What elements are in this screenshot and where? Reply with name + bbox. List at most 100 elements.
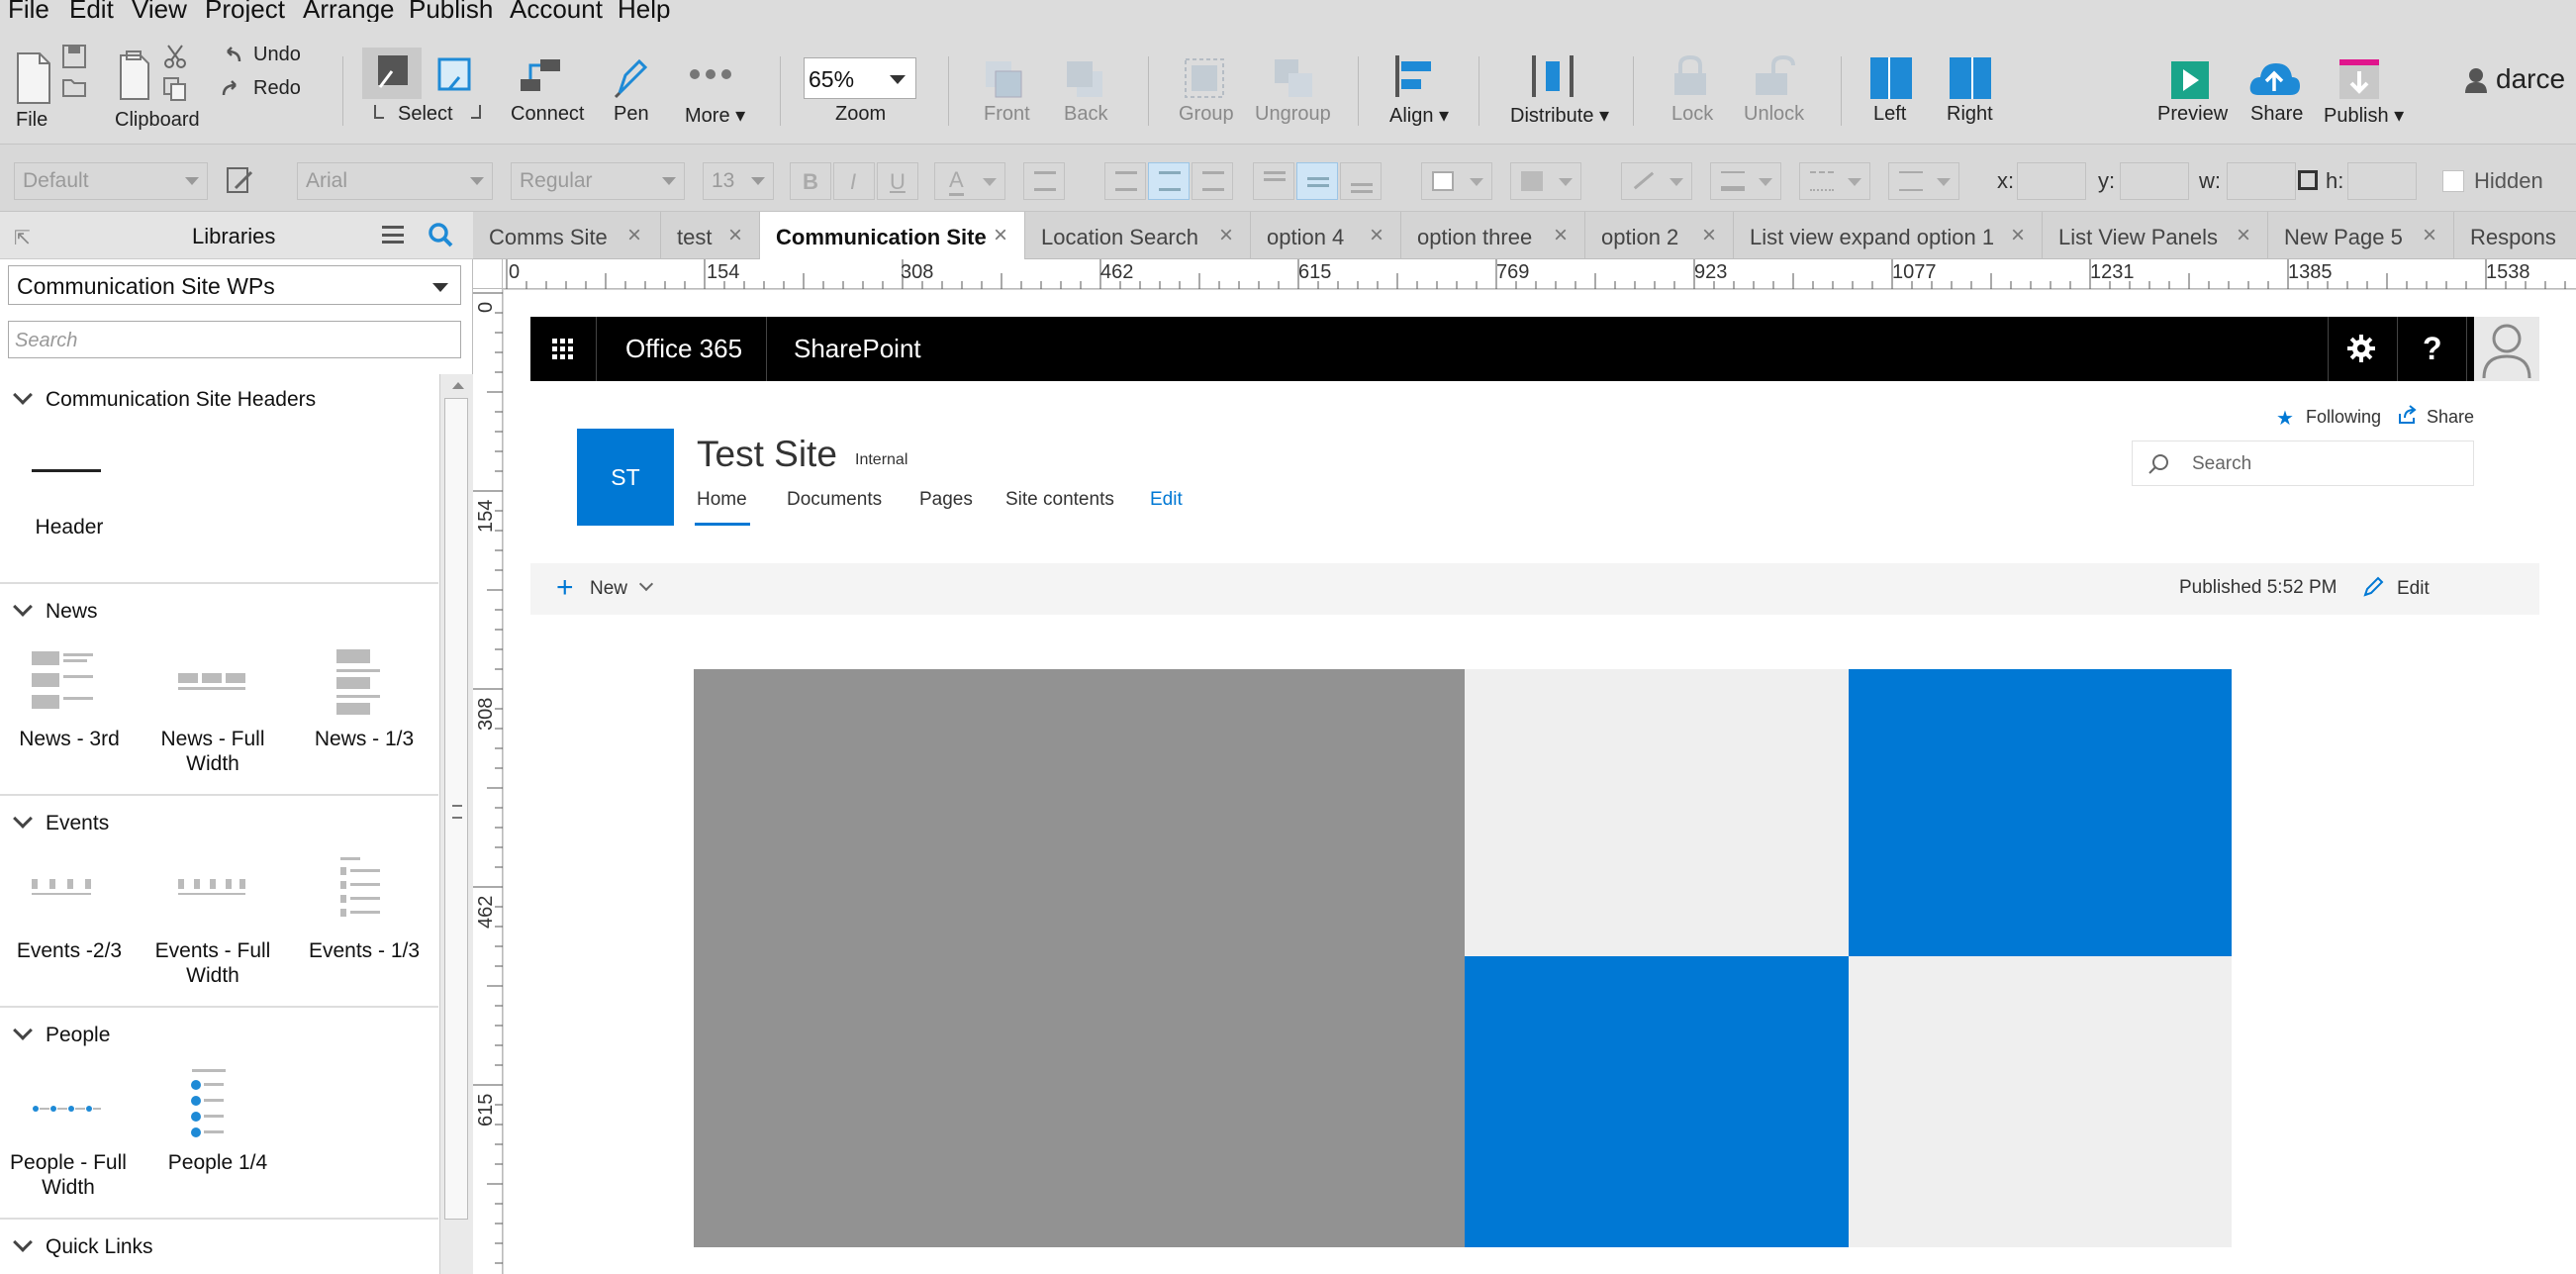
valign-top-button[interactable] — [1253, 162, 1294, 200]
site-title[interactable]: Test Site — [697, 434, 837, 475]
line-color-button[interactable] — [1621, 162, 1692, 200]
header-thumbnail[interactable] — [32, 461, 101, 481]
fill-color-button[interactable] — [1421, 162, 1492, 200]
tab-option-4[interactable]: option 4 × — [1251, 212, 1401, 259]
more-dots-icon[interactable] — [689, 67, 732, 86]
close-icon[interactable]: × — [1702, 222, 1716, 249]
suite-product-name[interactable]: SharePoint — [794, 334, 921, 364]
suite-app-name[interactable]: Office 365 — [625, 334, 742, 364]
tab-comms-site[interactable]: Comms Site × — [473, 212, 661, 259]
hero-tile-main[interactable] — [694, 669, 1465, 1247]
scroll-up-icon[interactable] — [452, 382, 464, 389]
copy-icon[interactable] — [162, 76, 188, 107]
send-back-icon[interactable] — [1063, 57, 1106, 106]
underline-button[interactable]: U — [877, 162, 918, 200]
tab-list-view-expand[interactable]: List view expand option 1 × — [1734, 212, 2043, 259]
close-icon[interactable]: × — [994, 222, 1007, 249]
tab-location-search[interactable]: Location Search × — [1025, 212, 1251, 259]
open-folder-icon[interactable] — [61, 76, 89, 105]
save-icon[interactable] — [61, 44, 87, 74]
user-icon[interactable] — [2464, 67, 2488, 98]
cut-icon[interactable] — [162, 44, 188, 74]
close-icon[interactable]: × — [2423, 222, 2436, 249]
zoom-select[interactable]: 65% — [804, 57, 916, 99]
connect-button[interactable]: Connect — [511, 103, 585, 126]
lock-icon[interactable] — [1670, 53, 1710, 104]
lib-item-events-full-width[interactable]: Events - Full Width — [148, 938, 277, 988]
select-pointer-icon[interactable] — [362, 48, 422, 99]
group-button[interactable]: Group — [1179, 103, 1234, 126]
hero-tile-bottom-right[interactable] — [1849, 956, 2232, 1247]
library-scrollbar[interactable] — [439, 374, 473, 1274]
site-nav-edit[interactable]: Edit — [1150, 489, 1183, 511]
preview-play-icon[interactable] — [2169, 59, 2211, 106]
bring-front-icon[interactable] — [982, 57, 1025, 106]
site-logo[interactable]: ST — [577, 429, 674, 526]
y-input[interactable] — [2120, 162, 2189, 200]
hero-tile-bottom-middle[interactable] — [1465, 956, 1849, 1247]
pen-icon[interactable] — [612, 53, 651, 104]
back-button[interactable]: Back — [1064, 103, 1107, 126]
close-icon[interactable]: × — [2011, 222, 2025, 249]
lock-ratio-icon[interactable] — [2298, 170, 2318, 190]
valign-bottom-button[interactable] — [1340, 162, 1382, 200]
unlock-button[interactable]: Unlock — [1744, 103, 1804, 126]
align-button[interactable]: Align ▾ — [1389, 103, 1449, 128]
lock-button[interactable]: Lock — [1671, 103, 1713, 126]
section-comm-headers[interactable]: Communication Site Headers — [46, 388, 316, 412]
chevron-down-icon[interactable] — [13, 1232, 33, 1252]
user-name[interactable]: darce — [2496, 63, 2565, 95]
close-icon[interactable]: × — [2237, 222, 2250, 249]
more-button[interactable]: More ▾ — [685, 103, 745, 128]
h-input[interactable] — [2347, 162, 2417, 200]
following-star-icon[interactable]: ★ — [2276, 406, 2294, 431]
text-color-button[interactable]: A — [934, 162, 1005, 200]
follow-button[interactable]: Following — [2306, 407, 2381, 428]
lib-item-events-two-thirds[interactable]: Events -2/3 — [10, 938, 129, 963]
site-nav-pages[interactable]: Pages — [919, 489, 973, 511]
pen-button[interactable]: Pen — [614, 103, 649, 126]
select-area-icon[interactable] — [435, 55, 475, 100]
preview-button[interactable]: Preview — [2157, 103, 2228, 126]
new-button[interactable]: New — [590, 578, 627, 600]
bullet-list-button[interactable] — [1023, 162, 1065, 200]
align-left-button[interactable] — [1104, 162, 1146, 200]
cloud-upload-icon[interactable] — [2246, 57, 2302, 106]
close-icon[interactable]: × — [1370, 222, 1383, 249]
site-share-button[interactable]: Share — [2427, 407, 2474, 428]
pencil-icon[interactable] — [2361, 575, 2385, 604]
site-nav-site-contents[interactable]: Site contents — [1005, 489, 1114, 511]
page-edit-button[interactable]: Edit — [2397, 578, 2430, 600]
tab-test[interactable]: test × — [661, 212, 760, 259]
lib-item-events-one-third[interactable]: Events - 1/3 — [305, 938, 424, 963]
share-button[interactable]: Share — [2250, 103, 2303, 126]
events-two-thirds-thumbnail[interactable] — [32, 875, 101, 946]
bold-button[interactable]: B — [790, 162, 831, 200]
arrow-style-button[interactable] — [1888, 162, 1959, 200]
paste-icon[interactable] — [115, 49, 154, 110]
ungroup-icon[interactable] — [1271, 55, 1316, 106]
front-button[interactable]: Front — [984, 103, 1030, 126]
style-edit-icon[interactable] — [226, 164, 255, 201]
chevron-down-icon[interactable] — [13, 597, 33, 617]
left-panel-button[interactable]: Left — [1873, 103, 1906, 126]
library-search-input[interactable]: Search — [8, 321, 461, 358]
chevron-down-icon[interactable] — [13, 809, 33, 829]
font-size-select[interactable]: 13 — [703, 162, 774, 200]
section-news[interactable]: News — [46, 600, 98, 624]
site-nav-documents[interactable]: Documents — [787, 489, 882, 511]
x-input[interactable] — [2017, 162, 2086, 200]
right-panel-icon[interactable] — [1948, 55, 1993, 106]
hamburger-menu-icon[interactable] — [382, 226, 404, 244]
close-icon[interactable]: × — [1219, 222, 1233, 249]
ungroup-button[interactable]: Ungroup — [1255, 103, 1331, 126]
people-quarter-thumbnail[interactable] — [188, 1067, 257, 1138]
tab-communication-site[interactable]: Communication Site × — [760, 212, 1025, 259]
chevron-down-icon[interactable] — [13, 1021, 33, 1040]
tab-responsive[interactable]: Respons — [2454, 212, 2576, 259]
shadow-button[interactable] — [1510, 162, 1581, 200]
plus-icon[interactable]: + — [556, 571, 574, 605]
tab-list-view-panels[interactable]: List View Panels × — [2043, 212, 2268, 259]
gear-icon[interactable] — [2345, 333, 2377, 369]
line-style-button[interactable] — [1799, 162, 1870, 200]
